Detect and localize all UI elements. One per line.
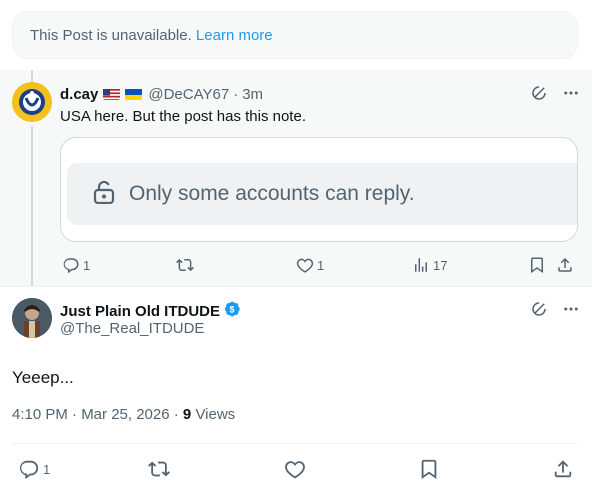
share-icon <box>556 256 574 274</box>
note-text: Only some accounts can reply. <box>129 182 415 205</box>
unavailable-notice: This Post is unavailable. Learn more <box>12 11 578 59</box>
avatar[interactable] <box>12 298 52 338</box>
views-icon <box>412 256 430 274</box>
heart-icon <box>296 256 314 274</box>
reply-button[interactable]: 1 <box>62 256 90 274</box>
unavailable-text: This Post is unavailable. <box>30 27 192 44</box>
share-button[interactable] <box>552 458 574 480</box>
views-count: 9 <box>182 406 192 423</box>
reply-icon <box>18 458 40 480</box>
divider <box>12 443 578 444</box>
post-text: Yeeep... <box>12 368 74 387</box>
like-button[interactable] <box>284 458 306 480</box>
post-timestamp[interactable]: 4:10 PM · Mar 25, 2026 · <box>12 406 183 423</box>
reply-icon <box>62 256 80 274</box>
author-row: d.cay @DeCAY67 · 3m <box>60 84 263 104</box>
post-time[interactable]: 3m <box>242 86 263 103</box>
views-button[interactable]: 17 <box>412 256 447 274</box>
reply-count: 1 <box>83 257 91 273</box>
like-button[interactable]: 1 <box>296 256 324 274</box>
repost-icon <box>148 458 170 480</box>
us-flag-icon <box>103 88 121 100</box>
thread-line <box>31 126 33 286</box>
views-label: Views <box>195 406 236 423</box>
thread-line <box>31 70 33 82</box>
author-name[interactable]: Just Plain Old ITDUDE <box>60 303 220 320</box>
grok-icon[interactable] <box>530 300 548 318</box>
author-handle[interactable]: @DeCAY67 <box>148 86 229 103</box>
reply-action-bar: 1 1 17 <box>60 256 578 276</box>
author-handle[interactable]: @The_Real_ITDUDE <box>60 320 204 337</box>
divider <box>0 286 592 287</box>
post-meta: 4:10 PM · Mar 25, 2026 · 9 Views <box>12 406 235 423</box>
more-icon[interactable] <box>562 84 580 102</box>
post-top-actions <box>530 84 580 102</box>
author-name-row: Just Plain Old ITDUDE $ <box>60 300 241 322</box>
views-count: 17 <box>433 257 448 273</box>
more-icon[interactable] <box>562 300 580 318</box>
reply-post[interactable]: d.cay @DeCAY67 · 3m USA here. But the po… <box>0 70 592 286</box>
bookmark-button[interactable] <box>418 458 440 480</box>
reply-restriction-note: Only some accounts can reply. <box>67 163 577 225</box>
verified-badge-icon: $ <box>223 300 241 322</box>
repost-button[interactable] <box>176 256 194 274</box>
post-action-bar: 1 <box>12 458 578 480</box>
attached-image[interactable]: Only some accounts can reply. <box>60 137 578 242</box>
bookmark-icon <box>418 458 440 480</box>
heart-icon <box>284 458 306 480</box>
share-icon <box>552 458 574 480</box>
post-text: USA here. But the post has this note. <box>60 108 306 125</box>
like-count: 1 <box>317 257 325 273</box>
reply-button[interactable]: 1 <box>18 458 50 480</box>
grok-icon[interactable] <box>530 84 548 102</box>
lock-icon <box>93 180 115 209</box>
author-name[interactable]: d.cay <box>60 86 98 103</box>
avatar[interactable] <box>12 82 52 122</box>
separator-dot: · <box>233 85 239 103</box>
bookmark-button[interactable] <box>528 256 546 274</box>
reply-count: 1 <box>43 461 51 477</box>
svg-text:$: $ <box>230 304 235 314</box>
learn-more-link[interactable]: Learn more <box>196 27 273 44</box>
repost-icon <box>176 256 194 274</box>
repost-button[interactable] <box>148 458 170 480</box>
bookmark-icon <box>528 256 546 274</box>
post-top-actions <box>530 300 580 318</box>
share-button[interactable] <box>556 256 574 274</box>
ukraine-flag-icon <box>125 88 143 100</box>
